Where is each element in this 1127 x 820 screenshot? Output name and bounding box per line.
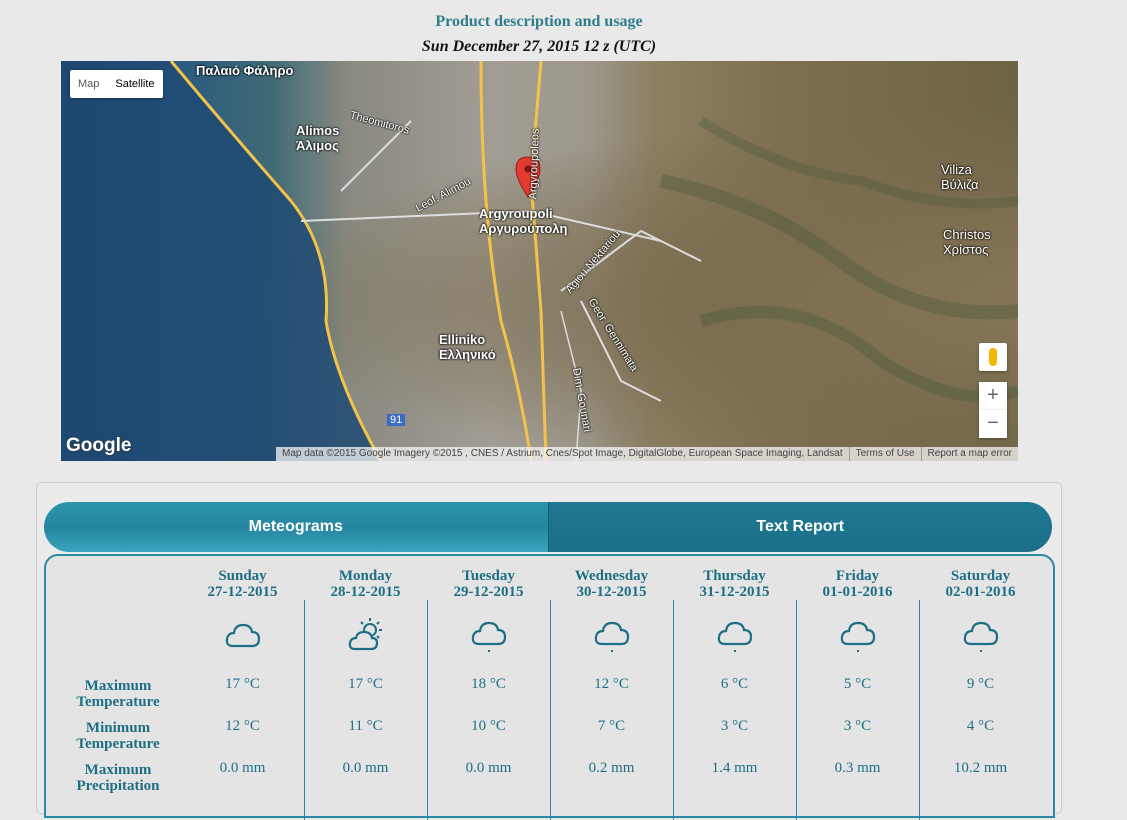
day-name: Wednesday [574, 568, 649, 584]
map-label-christos: Christos Χρίστος [943, 227, 991, 257]
street-view-pegman-icon[interactable] [979, 343, 1007, 371]
min-temp-cell: 3 °C [720, 718, 749, 734]
forecast-tabs: Meteograms Text Report [44, 502, 1052, 552]
map-type-map[interactable]: Map [70, 70, 107, 98]
max-temp-cell: 9 °C [966, 676, 995, 692]
precip-cell: 0.0 mm [342, 760, 389, 776]
min-temp-cell: 12 °C [225, 718, 260, 734]
map-label-argyroupoleos: Argyroupoleos [527, 128, 542, 200]
day-date: 01-01-2016 [822, 584, 893, 600]
light-rain-icon [592, 616, 632, 656]
row-label-max-precip: Maximum Precipitation [76, 762, 160, 794]
map-label-viliza: Viliza Βύλιζα [941, 162, 979, 192]
map-type-satellite[interactable]: Satellite [107, 70, 162, 98]
max-temp-cell: 12 °C [594, 676, 629, 692]
terms-of-use-link[interactable]: Terms of Use [848, 447, 921, 461]
light-rain-icon [715, 616, 755, 656]
map-label-elliniko: Elliniko Ελληνικό [439, 332, 496, 362]
light-rain-icon [469, 616, 509, 656]
day-date: 30-12-2015 [576, 584, 647, 600]
column-separator [673, 600, 674, 820]
day-name: Thursday [703, 568, 766, 584]
map-label-alimos: Alimos Άλιμος [296, 123, 340, 153]
day-date: 27-12-2015 [207, 584, 278, 600]
row-label-max-temp: Maximum Temperature [76, 678, 160, 710]
day-header: Monday 28-12-2015 [304, 568, 427, 600]
precip-cell: 0.3 mm [834, 760, 881, 776]
day-date: 31-12-2015 [699, 584, 770, 600]
min-temp-cell: 10 °C [471, 718, 506, 734]
light-rain-icon [961, 616, 1001, 656]
day-header: Sunday 27-12-2015 [181, 568, 304, 600]
day-header: Thursday 31-12-2015 [673, 568, 796, 600]
row-label-min-temp: Minimum Temperature [76, 720, 160, 752]
max-temp-cell: 17 °C [348, 676, 383, 692]
zoom-in-button[interactable]: + [979, 382, 1007, 410]
partly-cloudy-icon [346, 616, 386, 656]
max-temp-cell: 6 °C [720, 676, 749, 692]
max-temp-cell: 5 °C [843, 676, 872, 692]
cloud-icon [223, 616, 263, 656]
precip-cell: 0.0 mm [465, 760, 512, 776]
max-temp-cell: 17 °C [225, 676, 260, 692]
day-name: Friday [835, 568, 880, 584]
google-logo[interactable]: Google [66, 435, 131, 457]
day-name: Saturday [950, 568, 1011, 584]
day-name: Sunday [218, 568, 267, 584]
day-header: Wednesday 30-12-2015 [550, 568, 673, 600]
column-separator [304, 600, 305, 820]
day-header: Saturday 02-01-2016 [919, 568, 1042, 600]
route-91-badge: 91 [387, 414, 406, 426]
map-label-palaio-faliro: Παλαιό Φάληρο [196, 63, 294, 78]
map-roads [61, 61, 1018, 461]
day-name: Tuesday [462, 568, 515, 584]
map-attribution: Map data ©2015 Google Imagery ©2015 , CN… [276, 447, 1018, 461]
column-separator [427, 600, 428, 820]
satellite-map[interactable]: Map Satellite Παλαιό Φάληρο Alimos Άλιμο… [61, 61, 1018, 461]
min-temp-cell: 4 °C [966, 718, 995, 734]
light-rain-icon [838, 616, 878, 656]
max-temp-cell: 18 °C [471, 676, 506, 692]
day-date: 02-01-2016 [945, 584, 1016, 600]
day-date: 28-12-2015 [330, 584, 401, 600]
tab-meteograms[interactable]: Meteograms [44, 502, 548, 552]
report-map-error-link[interactable]: Report a map error [920, 447, 1018, 461]
tab-text-report[interactable]: Text Report [547, 502, 1052, 552]
min-temp-cell: 7 °C [597, 718, 626, 734]
column-separator [919, 600, 920, 820]
map-label-argyroupoli: Argyroupoli Αργυρούπολη [479, 206, 568, 236]
map-data-attribution: Map data ©2015 Google Imagery ©2015 , CN… [282, 448, 843, 459]
zoom-out-button[interactable]: − [979, 410, 1007, 438]
forecast-date: Sun December 27, 2015 12 z (UTC) [421, 38, 657, 55]
day-name: Monday [338, 568, 393, 584]
precip-cell: 0.2 mm [588, 760, 635, 776]
precip-cell: 10.2 mm [953, 760, 1008, 776]
day-header: Friday 01-01-2016 [796, 568, 919, 600]
column-separator [796, 600, 797, 820]
precip-cell: 1.4 mm [711, 760, 758, 776]
day-date: 29-12-2015 [453, 584, 524, 600]
column-separator [550, 600, 551, 820]
product-description-link[interactable]: Product description and usage [0, 13, 1078, 31]
map-type-control[interactable]: Map Satellite [70, 70, 163, 98]
text-report-table: Maximum Temperature Minimum Temperature … [44, 554, 1055, 820]
day-header: Tuesday 29-12-2015 [427, 568, 550, 600]
min-temp-cell: 11 °C [348, 718, 383, 734]
min-temp-cell: 3 °C [843, 718, 872, 734]
precip-cell: 0.0 mm [219, 760, 266, 776]
